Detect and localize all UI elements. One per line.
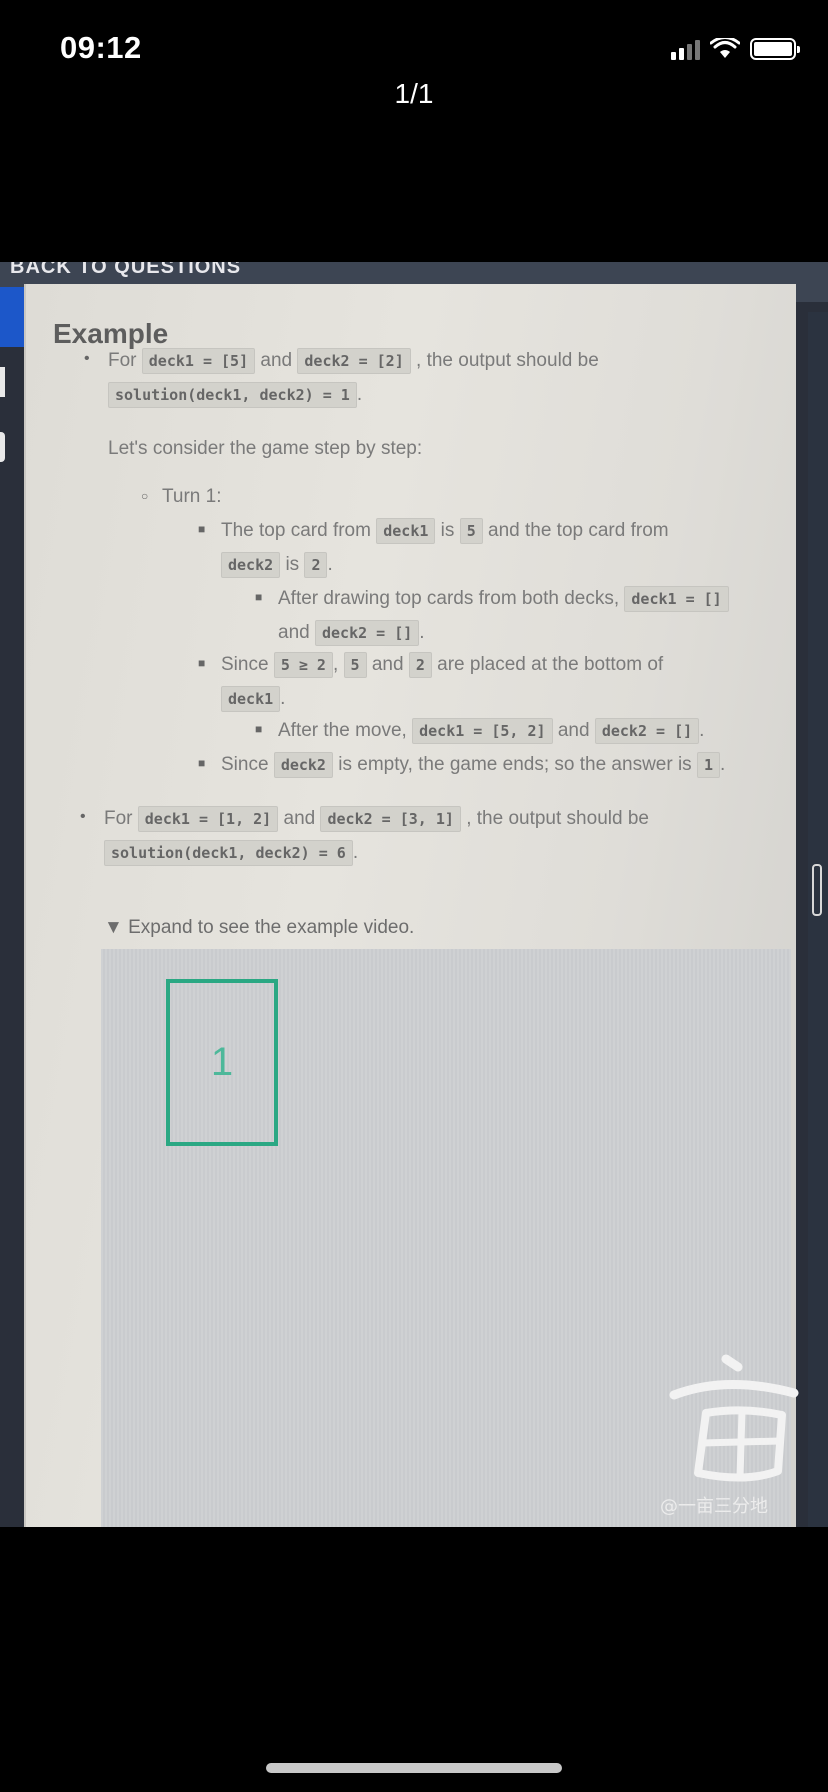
square-bullet: ■: [198, 756, 206, 770]
watermark-text: @一亩三分地: [660, 1496, 768, 1517]
step-1-line-2: deck2 is 2.: [221, 552, 333, 578]
code-deck2: deck2 = [2]: [297, 348, 411, 374]
example-1-line: For deck1 = [5] and deck2 = [2] , the ou…: [108, 348, 599, 374]
scrollbar-handle[interactable]: [812, 864, 822, 916]
bullet: •: [84, 350, 90, 367]
back-to-questions-link[interactable]: BACK TO QUESTIONS: [10, 262, 241, 279]
page-counter: 1/1: [394, 78, 434, 109]
step-1-sub-line-2: and deck2 = [].: [278, 620, 425, 646]
expand-video-toggle[interactable]: ▼ Expand to see the example video.: [104, 917, 414, 939]
wifi-icon: [710, 38, 740, 58]
home-indicator[interactable]: [266, 1763, 562, 1773]
square-bullet: ■: [255, 722, 263, 736]
square-bullet: ■: [198, 522, 206, 536]
right-panel-edge: [808, 312, 828, 1527]
bullet: •: [80, 808, 86, 825]
sidebar-mark: [0, 367, 5, 397]
card-value: 1: [210, 1040, 234, 1084]
status-icons: [671, 38, 800, 60]
circle-bullet: ○: [141, 489, 149, 503]
video-card: 1: [166, 979, 278, 1146]
step-2-line: Since 5 ≥ 2, 5 and 2 are placed at the b…: [221, 652, 663, 678]
step-1-line: The top card from deck1 is 5 and the top…: [221, 518, 669, 544]
battery-icon: [750, 38, 800, 60]
step-2-sub-line: After the move, deck1 = [5, 2] and deck2…: [278, 718, 704, 744]
status-time: 09:12: [60, 30, 142, 65]
sidebar-mark: [0, 432, 5, 462]
step-1-sub-line: After drawing top cards from both decks,…: [278, 586, 729, 612]
square-bullet: ■: [255, 590, 263, 604]
photo-content: BACK TO QUESTIONS Example • For deck1 = …: [0, 262, 828, 1527]
watermark-logo-icon: [669, 1354, 799, 1482]
turn-label: Turn 1:: [162, 486, 222, 507]
intro-text: Let's consider the game step by step:: [108, 438, 423, 459]
cellular-signal-icon: [671, 38, 700, 60]
example-1-solution: solution(deck1, deck2) = 1.: [108, 382, 362, 408]
code-solution: solution(deck1, deck2) = 1: [108, 382, 357, 408]
step-2-line-2: deck1.: [221, 686, 285, 712]
square-bullet: ■: [198, 656, 206, 670]
problem-description-panel: Example • For deck1 = [5] and deck2 = [2…: [24, 284, 796, 1527]
step-3-line: Since deck2 is empty, the game ends; so …: [221, 752, 725, 778]
example-2-line: For deck1 = [1, 2] and deck2 = [3, 1] , …: [104, 806, 649, 832]
example-heading: Example: [53, 318, 169, 349]
sidebar-active-marker: [0, 287, 24, 347]
example-2-solution: solution(deck1, deck2) = 6.: [104, 840, 358, 866]
code-deck1: deck1 = [5]: [141, 348, 256, 374]
